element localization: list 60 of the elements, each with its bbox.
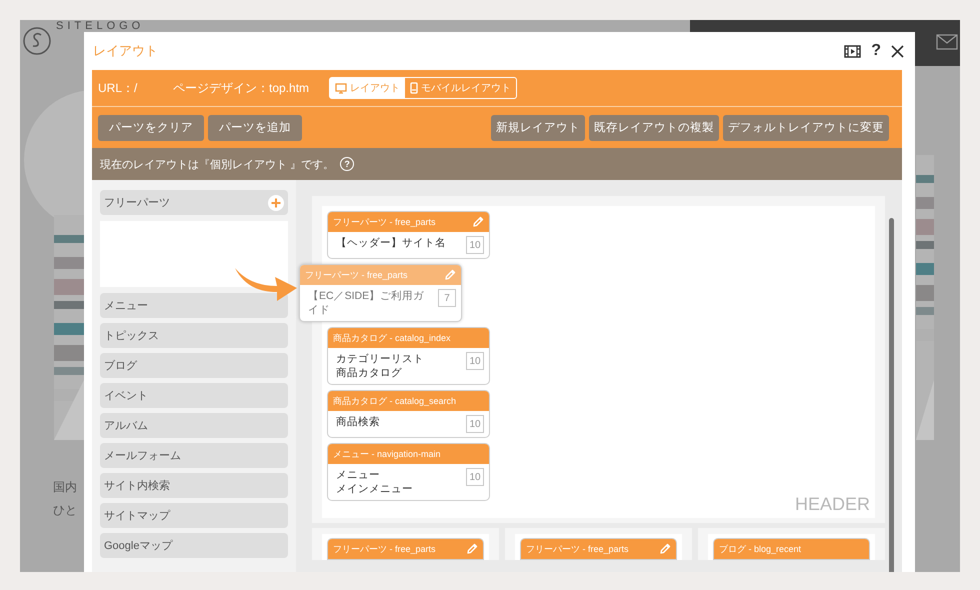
part-card[interactable]: フリーパーツ - free_parts 【ヘッダー】サイト名 10 bbox=[327, 211, 490, 259]
site-text: 国内 ひと bbox=[53, 479, 77, 519]
toolbar-button[interactable]: 新規レイアウト bbox=[491, 114, 585, 140]
film-icon[interactable] bbox=[844, 44, 862, 58]
palette-item[interactable]: イベント bbox=[100, 383, 288, 408]
url-label: URL：/ bbox=[98, 80, 138, 96]
card-title: 商品カタログ - catalog_index bbox=[333, 332, 452, 344]
part-card[interactable]: 商品カタログ - catalog_search 商品検索 10 bbox=[327, 390, 490, 438]
count-field[interactable]: 10 bbox=[466, 468, 484, 486]
palette-item[interactable]: メールフォーム bbox=[100, 443, 288, 468]
help-icon[interactable]: ? bbox=[340, 157, 354, 171]
toolbar-button[interactable]: 既存レイアウトの複製 bbox=[589, 114, 719, 140]
add-icon[interactable] bbox=[268, 194, 284, 210]
palette-item[interactable]: サイト内検索 bbox=[100, 473, 288, 498]
monitor-icon bbox=[335, 82, 348, 94]
arrow-icon bbox=[235, 266, 297, 302]
card-text: 商品検索 bbox=[336, 415, 381, 430]
card-title: ブログ - blog_recent bbox=[719, 542, 802, 556]
mail-icon[interactable] bbox=[936, 34, 958, 50]
card-text: メニュー メインメニュー bbox=[336, 468, 414, 496]
toolbar-button[interactable]: パーツをクリア bbox=[98, 114, 204, 140]
count-field[interactable]: 7 bbox=[438, 289, 456, 307]
site-logo: SITELOGO bbox=[56, 20, 144, 32]
part-card[interactable]: メニュー - navigation-main メニュー メインメニュー 10 bbox=[327, 443, 490, 501]
count-field[interactable]: 10 bbox=[466, 415, 484, 433]
toolbar-button[interactable]: デフォルトレイアウトに変更 bbox=[723, 114, 889, 140]
logo-icon bbox=[22, 26, 52, 56]
part-card[interactable]: 商品カタログ - catalog_index カテゴリーリスト 商品カタログ 10 bbox=[327, 327, 490, 385]
toolbar-button[interactable]: パーツを追加 bbox=[208, 114, 302, 140]
dialog-title: レイアウト bbox=[92, 42, 159, 60]
card-title: フリーパーツ - free_parts bbox=[333, 216, 437, 228]
card-text: カテゴリーリスト 商品カタログ bbox=[336, 352, 425, 380]
scrollbar[interactable] bbox=[889, 218, 894, 572]
palette-item[interactable]: Googleマップ bbox=[100, 533, 288, 558]
phone-icon bbox=[410, 82, 418, 94]
card-title: フリーパーツ - free_parts bbox=[333, 542, 437, 556]
page-design-label: ページデザイン：top.htm bbox=[173, 80, 310, 96]
part-card[interactable]: フリーパーツ - free_parts 【EC／SIDE】ご利用ガイド 7 bbox=[299, 264, 462, 322]
card-title: 商品カタログ - catalog_search bbox=[333, 394, 458, 408]
card-title: フリーパーツ - free_parts bbox=[305, 268, 409, 282]
card-title: メニュー - navigation-main bbox=[333, 448, 442, 460]
palette-item[interactable]: ブログ bbox=[100, 353, 288, 378]
palette-item[interactable]: サイトマップ bbox=[100, 503, 288, 528]
pencil-icon[interactable] bbox=[444, 269, 456, 281]
count-field[interactable]: 10 bbox=[466, 352, 484, 370]
pencil-icon[interactable] bbox=[466, 543, 478, 555]
palette-item[interactable]: トピックス bbox=[100, 323, 288, 348]
card-text: 【ヘッダー】サイト名 bbox=[336, 236, 447, 251]
palette-item[interactable]: フリーパーツ bbox=[100, 190, 288, 215]
pencil-icon[interactable] bbox=[472, 216, 484, 228]
palette-item[interactable]: メニュー bbox=[100, 293, 288, 318]
close-icon[interactable] bbox=[891, 44, 904, 58]
pencil-icon[interactable] bbox=[659, 543, 671, 555]
card-title: フリーパーツ - free_parts bbox=[526, 542, 630, 556]
help-button[interactable]: ? bbox=[871, 42, 881, 60]
card-text: 【EC／SIDE】ご利用ガイド bbox=[308, 289, 426, 317]
notice-text: 現在のレイアウトは『個別レイアウト 』です。 bbox=[100, 158, 334, 172]
palette-item[interactable]: アルバム bbox=[100, 413, 288, 438]
count-field[interactable]: 10 bbox=[466, 236, 484, 254]
area-label: HEADER bbox=[794, 494, 870, 514]
